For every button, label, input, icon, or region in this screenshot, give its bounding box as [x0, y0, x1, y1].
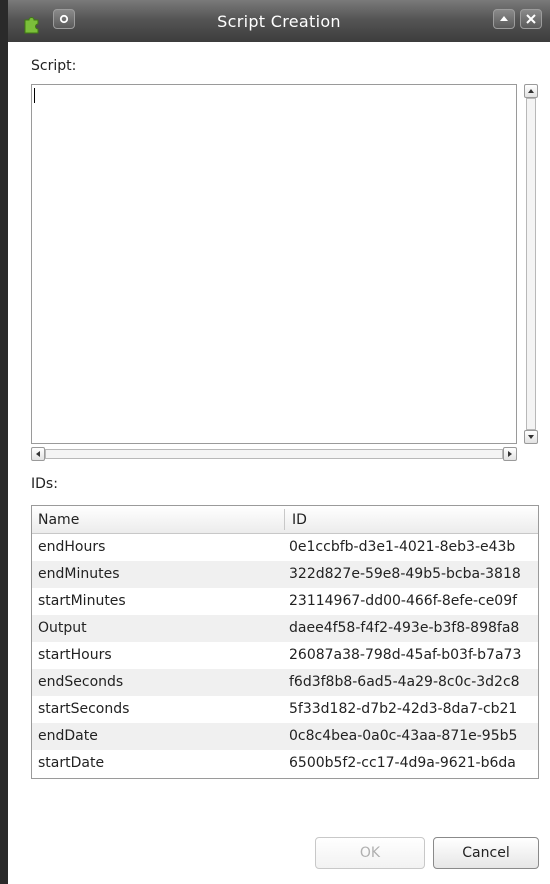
script-vertical-scrollbar[interactable] — [524, 84, 538, 444]
scroll-down-button[interactable] — [524, 430, 538, 444]
table-row[interactable]: endHours 0e1ccbfb-d3e1-4021-8eb3-e43b — [32, 534, 538, 561]
table-header: Name ID — [32, 506, 538, 534]
row-id-cell: 5f33d182-d7b2-42d3-8da7-cb21 — [289, 701, 518, 717]
row-id-cell: daee4f58-f4f2-493e-b3f8-898fa8 — [289, 620, 520, 636]
table-row[interactable]: endMinutes 322d827e-59e8-49b5-bcba-3818 — [32, 561, 538, 588]
arrow-left-icon — [36, 451, 40, 457]
arrow-down-icon — [528, 435, 534, 439]
row-id-cell: 0e1ccbfb-d3e1-4021-8eb3-e43b — [289, 539, 516, 555]
row-id-cell: 6500b5f2-cc17-4d9a-9621-b6da — [289, 755, 516, 771]
script-horizontal-scrollbar[interactable] — [31, 447, 517, 461]
text-caret — [34, 88, 35, 103]
close-button[interactable] — [520, 9, 542, 29]
table-row[interactable]: startMinutes 23114967-dd00-466f-8efe-ce0… — [32, 588, 538, 615]
title-bar[interactable]: Script Creation — [8, 0, 550, 42]
column-header-name[interactable]: Name — [38, 506, 79, 533]
ids-table: Name ID endHours 0e1ccbfb-d3e1-4021-8eb3… — [31, 505, 539, 779]
ok-button[interactable]: OK — [315, 837, 425, 869]
window-title: Script Creation — [217, 12, 341, 31]
row-id-cell: 26087a38-798d-45af-b03f-b7a73 — [289, 647, 522, 663]
column-header-id[interactable]: ID — [292, 506, 307, 533]
scroll-right-button[interactable] — [503, 447, 517, 461]
cancel-button[interactable]: Cancel — [433, 837, 539, 869]
row-name-cell: startHours — [38, 647, 112, 663]
ids-label: IDs: — [31, 476, 58, 492]
table-row[interactable]: endDate 0c8c4bea-0a0c-43aa-871e-95b5 — [32, 723, 538, 750]
row-name-cell: endDate — [38, 728, 98, 744]
table-row[interactable]: startDate 6500b5f2-cc17-4d9a-9621-b6da — [32, 750, 538, 777]
table-row[interactable]: startHours 26087a38-798d-45af-b03f-b7a73 — [32, 642, 538, 669]
row-id-cell: f6d3f8b8-6ad5-4a29-8c0c-3d2c8 — [289, 674, 520, 690]
row-id-cell: 322d827e-59e8-49b5-bcba-3818 — [289, 566, 521, 582]
row-name-cell: startMinutes — [38, 593, 126, 609]
row-name-cell: endMinutes — [38, 566, 120, 582]
row-name-cell: endHours — [38, 539, 106, 555]
row-name-cell: startSeconds — [38, 701, 130, 717]
scroll-left-button[interactable] — [31, 447, 45, 461]
script-textarea[interactable] — [31, 84, 517, 444]
row-name-cell: Output — [38, 620, 87, 636]
maximize-icon — [500, 16, 508, 21]
script-creation-dialog: Script Creation Script: IDs: Name ID end… — [0, 0, 550, 884]
horizontal-scroll-track[interactable] — [45, 449, 503, 459]
arrow-up-icon — [528, 89, 534, 93]
table-body: endHours 0e1ccbfb-d3e1-4021-8eb3-e43b en… — [32, 534, 538, 777]
maximize-button[interactable] — [493, 9, 515, 29]
column-separator[interactable] — [284, 509, 285, 530]
row-id-cell: 0c8c4bea-0a0c-43aa-871e-95b5 — [289, 728, 518, 744]
vertical-scroll-track[interactable] — [526, 98, 536, 430]
close-icon — [526, 14, 536, 24]
window-left-border — [0, 0, 8, 884]
table-row[interactable]: startSeconds 5f33d182-d7b2-42d3-8da7-cb2… — [32, 696, 538, 723]
row-id-cell: 23114967-dd00-466f-8efe-ce09f — [289, 593, 518, 609]
table-row[interactable]: Output daee4f58-f4f2-493e-b3f8-898fa8 — [32, 615, 538, 642]
arrow-right-icon — [508, 451, 512, 457]
table-row[interactable]: endSeconds f6d3f8b8-6ad5-4a29-8c0c-3d2c8 — [32, 669, 538, 696]
row-name-cell: startDate — [38, 755, 105, 771]
row-name-cell: endSeconds — [38, 674, 124, 690]
scroll-up-button[interactable] — [524, 84, 538, 98]
script-label: Script: — [31, 58, 77, 74]
